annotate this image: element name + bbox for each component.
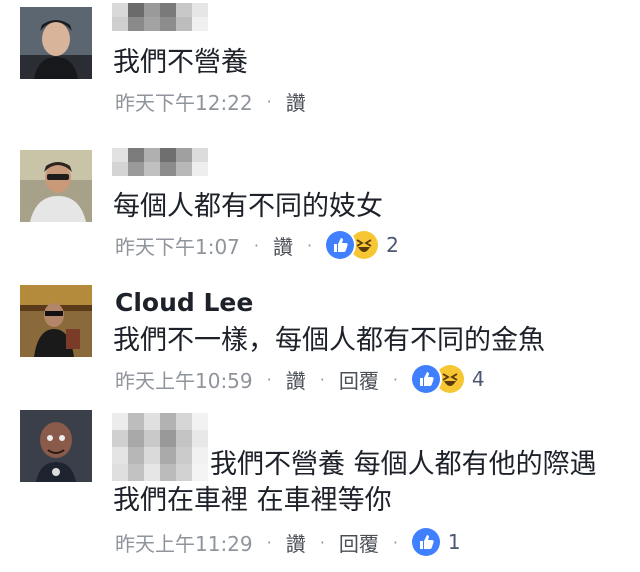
separator: ·	[266, 532, 272, 552]
blurred-name	[112, 413, 208, 481]
like-icon	[411, 528, 440, 556]
like-icon	[411, 365, 440, 393]
separator: ·	[266, 91, 272, 111]
separator: ·	[319, 532, 325, 552]
blurred-name	[112, 3, 208, 39]
haha-icon	[350, 231, 379, 259]
reactions-summary[interactable]: 2	[326, 231, 399, 259]
like-link[interactable]: 讚	[286, 528, 306, 557]
comment-text-line2: 我們在車裡 在車裡等你	[113, 485, 392, 516]
comment-meta: 昨天下午1:07 · 讚 · 2	[115, 230, 399, 260]
comment-text: 每個人都有不同的妓女	[113, 191, 383, 222]
avatar[interactable]	[20, 7, 92, 79]
timestamp[interactable]: 昨天上午10:59	[115, 365, 253, 394]
reactions-summary[interactable]: 4	[411, 365, 485, 393]
avatar[interactable]	[20, 285, 92, 357]
like-link[interactable]: 讚	[273, 231, 293, 260]
comment-meta: 昨天下午12:22 · 讚	[115, 86, 306, 116]
separator: ·	[392, 369, 398, 389]
separator: ·	[319, 369, 325, 389]
timestamp[interactable]: 昨天下午1:07	[115, 231, 240, 260]
reactions-summary[interactable]: 1	[411, 528, 461, 556]
comment-meta: 昨天上午11:29 · 讚 · 回覆 · 1	[115, 527, 461, 557]
haha-icon	[435, 365, 464, 393]
separator: ·	[266, 369, 272, 389]
timestamp[interactable]: 昨天下午12:22	[115, 87, 253, 116]
like-icon	[326, 231, 355, 259]
avatar[interactable]	[20, 410, 92, 482]
comment-text: 我們不營養	[113, 47, 248, 78]
reply-link[interactable]: 回覆	[339, 365, 379, 394]
reaction-count: 4	[471, 367, 485, 391]
timestamp[interactable]: 昨天上午11:29	[115, 528, 253, 557]
separator: ·	[253, 235, 260, 255]
commenter-name[interactable]: Cloud Lee	[115, 288, 253, 317]
comment-meta: 昨天上午10:59 · 讚 · 回覆 · 4	[115, 364, 485, 394]
separator: ·	[307, 235, 313, 255]
comment-text-line1: 我們不營養 每個人都有他的際遇	[210, 449, 597, 480]
comment-text: 我們不一樣，每個人都有不同的金魚	[113, 325, 545, 356]
avatar[interactable]	[20, 150, 92, 222]
reply-link[interactable]: 回覆	[339, 528, 379, 557]
reaction-count: 2	[386, 233, 399, 257]
blurred-name	[112, 148, 208, 184]
like-link[interactable]: 讚	[286, 365, 306, 394]
like-link[interactable]: 讚	[286, 87, 306, 116]
separator: ·	[392, 532, 398, 552]
reaction-count: 1	[447, 530, 461, 554]
